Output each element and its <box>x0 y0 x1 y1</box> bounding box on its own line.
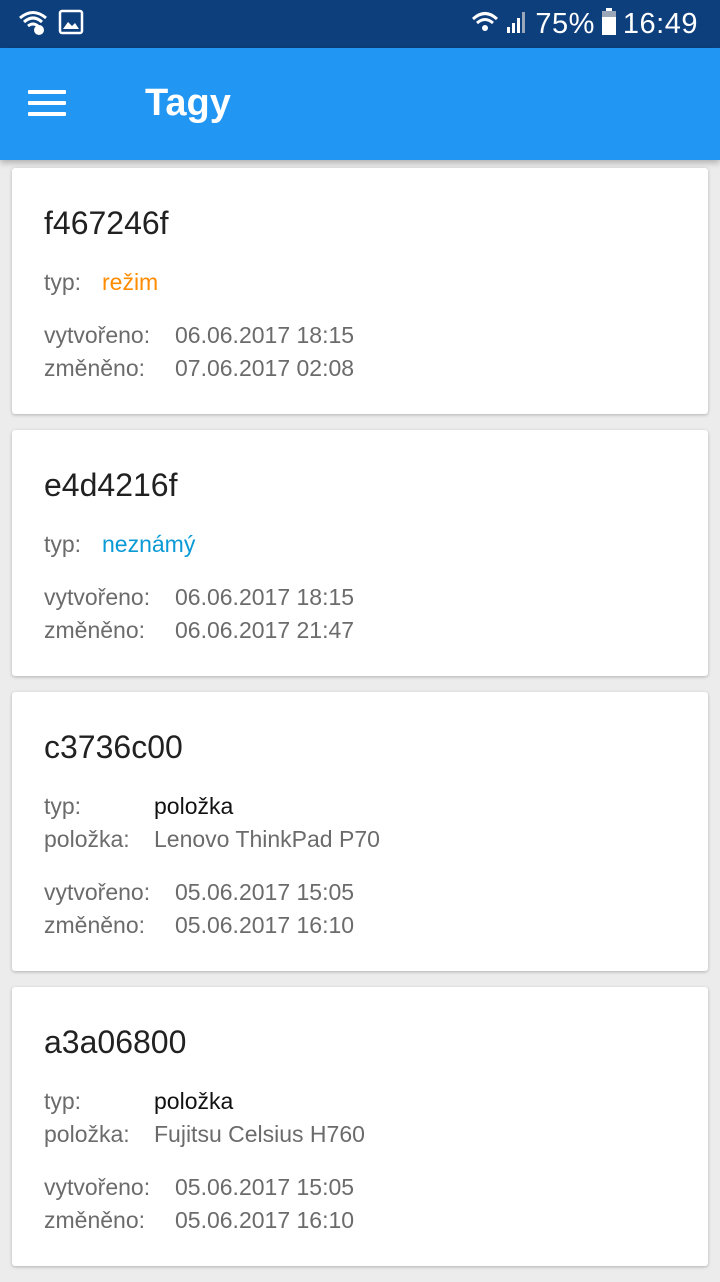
created-row: vytvořeno: 06.06.2017 18:15 <box>44 584 354 611</box>
created-label: vytvořeno: <box>44 1174 151 1200</box>
type-label: typ: <box>44 793 82 819</box>
tag-id: a3a06800 <box>44 1024 187 1060</box>
hamburger-menu-icon[interactable] <box>22 80 74 128</box>
modified-label: změněno: <box>44 355 146 381</box>
item-row: položka: Lenovo ThinkPad P70 <box>44 826 380 853</box>
created-value: 06.06.2017 18:15 <box>175 584 355 610</box>
created-row: vytvořeno: 05.06.2017 15:05 <box>44 879 354 906</box>
item-label: položka: <box>44 1121 130 1147</box>
signal-icon <box>505 9 529 40</box>
status-icons-right: 75% 16:49 <box>471 7 698 41</box>
item-label: položka: <box>44 826 130 852</box>
modified-value: 05.06.2017 16:10 <box>175 912 355 938</box>
type-row: typ: režim <box>44 269 158 296</box>
modified-value: 06.06.2017 21:47 <box>175 617 355 643</box>
modified-label: změněno: <box>44 617 146 643</box>
tag-id: f467246f <box>44 205 169 241</box>
type-value: položka <box>154 793 234 819</box>
created-row: vytvořeno: 06.06.2017 18:15 <box>44 322 354 349</box>
type-row: typ: neznámý <box>44 531 195 558</box>
modified-value: 07.06.2017 02:08 <box>175 355 355 381</box>
type-value: neznámý <box>102 531 196 557</box>
modified-row: změněno: 05.06.2017 16:10 <box>44 912 354 939</box>
image-icon <box>58 9 84 40</box>
page-title: Tagy <box>145 82 231 124</box>
clock: 16:49 <box>622 7 698 40</box>
created-label: vytvořeno: <box>44 879 151 905</box>
tag-card[interactable]: e4d4216f typ: neznámý vytvořeno: 06.06.2… <box>12 430 708 676</box>
modified-label: změněno: <box>44 1207 146 1233</box>
app-bar: Tagy <box>0 48 720 160</box>
modified-row: změněno: 06.06.2017 21:47 <box>44 617 354 644</box>
item-row: položka: Fujitsu Celsius H760 <box>44 1121 365 1148</box>
created-label: vytvořeno: <box>44 584 151 610</box>
status-icons-left <box>18 9 84 40</box>
tag-card[interactable]: a3a06800 typ: položka položka: Fujitsu C… <box>12 987 708 1266</box>
type-label: typ: <box>44 1088 82 1114</box>
modified-value: 05.06.2017 16:10 <box>175 1207 355 1233</box>
item-value: Fujitsu Celsius H760 <box>154 1121 365 1147</box>
type-label: typ: <box>44 269 82 295</box>
item-value: Lenovo ThinkPad P70 <box>154 826 380 852</box>
battery-icon <box>601 7 617 41</box>
created-value: 05.06.2017 15:05 <box>175 879 355 905</box>
type-row: typ: položka <box>44 1088 233 1115</box>
created-label: vytvořeno: <box>44 322 151 348</box>
battery-percent: 75% <box>535 7 595 40</box>
created-value: 06.06.2017 18:15 <box>175 322 355 348</box>
modified-row: změněno: 05.06.2017 16:10 <box>44 1207 354 1234</box>
created-row: vytvořeno: 05.06.2017 15:05 <box>44 1174 354 1201</box>
tag-list: f467246f typ: režim vytvořeno: 06.06.201… <box>12 168 708 1282</box>
tag-card[interactable]: f467246f typ: režim vytvořeno: 06.06.201… <box>12 168 708 414</box>
type-row: typ: položka <box>44 793 233 820</box>
modified-row: změněno: 07.06.2017 02:08 <box>44 355 354 382</box>
modified-label: změněno: <box>44 912 146 938</box>
tag-id: c3736c00 <box>44 729 183 765</box>
type-label: typ: <box>44 531 82 557</box>
type-value: režim <box>102 269 159 295</box>
tag-id: e4d4216f <box>44 467 178 503</box>
created-value: 05.06.2017 15:05 <box>175 1174 355 1200</box>
wifi-call-icon <box>18 9 48 40</box>
type-value: položka <box>154 1088 234 1114</box>
status-bar: 75% 16:49 <box>0 0 720 48</box>
tag-card[interactable]: c3736c00 typ: položka položka: Lenovo Th… <box>12 692 708 971</box>
wifi-icon <box>471 10 499 39</box>
